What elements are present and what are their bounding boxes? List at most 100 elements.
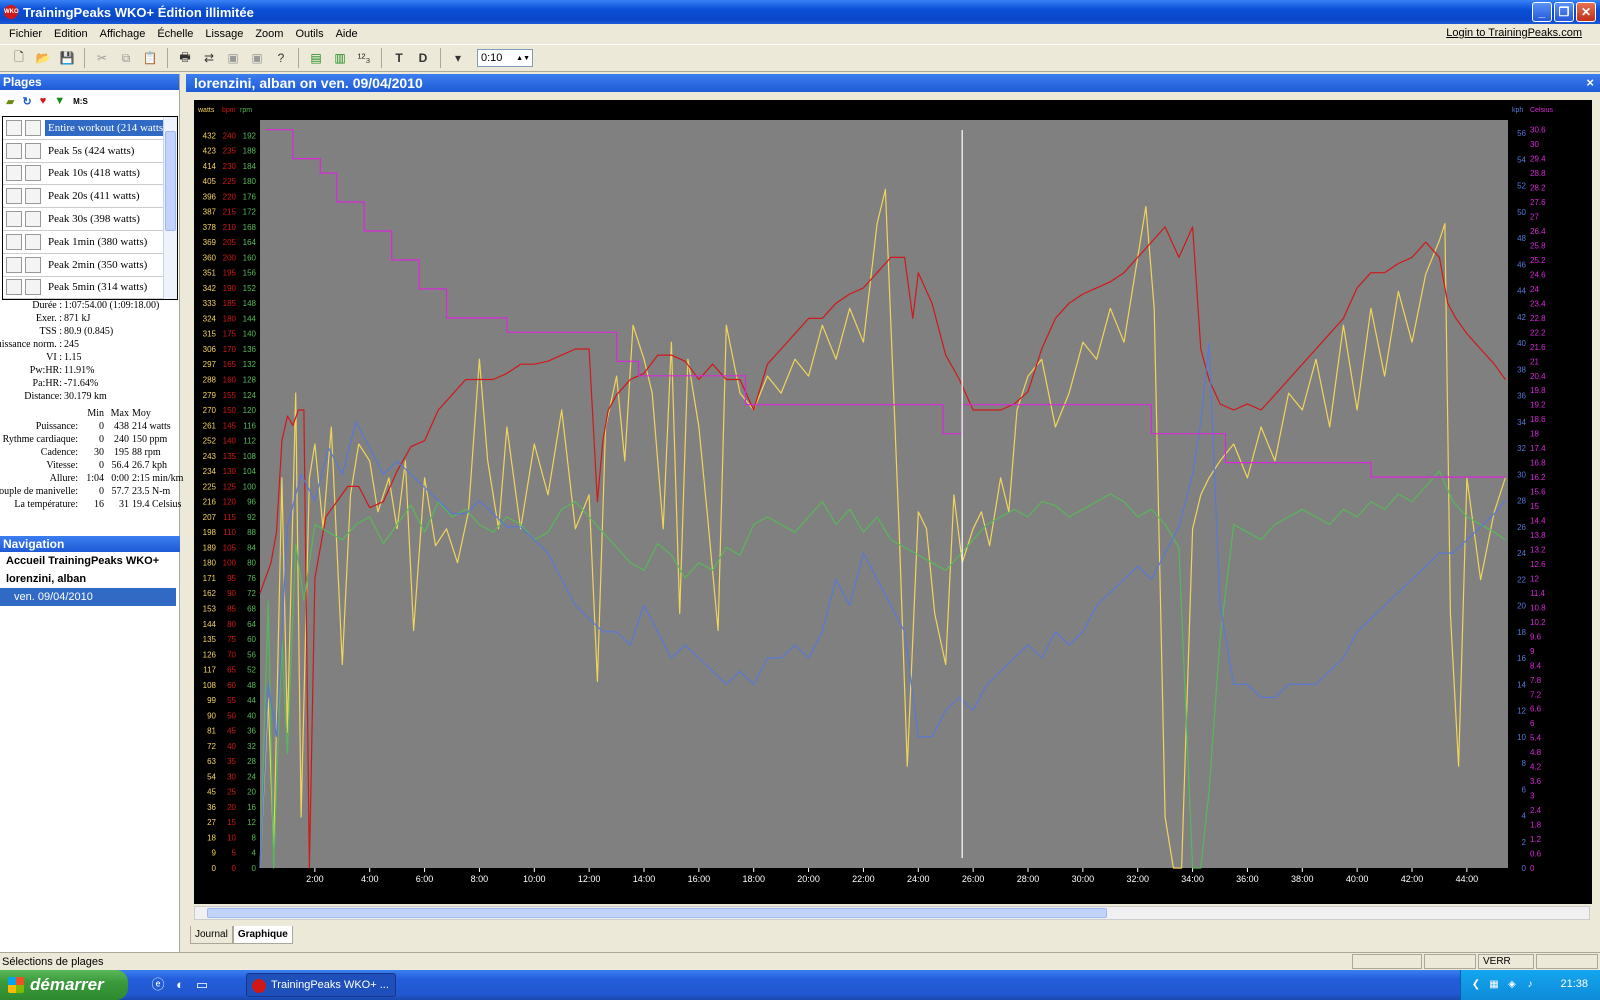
checkbox[interactable]	[25, 256, 41, 273]
help-icon[interactable]: ?	[270, 47, 292, 69]
list-item[interactable]: Peak 20s (411 watts)	[3, 185, 177, 209]
menu-affichage[interactable]: Affichage	[94, 28, 152, 40]
checkbox[interactable]	[6, 119, 22, 136]
y-tick-label-rpm: 124	[243, 391, 257, 400]
login-link[interactable]: Login to TrainingPeaks.com	[1446, 27, 1582, 39]
checkbox[interactable]	[25, 142, 41, 159]
security-icon[interactable]: ◈	[1505, 978, 1519, 992]
distance-axis-icon[interactable]: D	[412, 47, 434, 69]
stat-value: -71.64%	[64, 378, 99, 389]
spinner-icon[interactable]: ▲▼	[516, 55, 532, 62]
start-button[interactable]: démarrer	[0, 970, 128, 1000]
scroll-thumb[interactable]	[165, 131, 176, 231]
lap-numbers-icon[interactable]: ¹²₃	[353, 47, 375, 69]
cut-icon[interactable]: ✂	[91, 47, 113, 69]
list-item[interactable]: Peak 10s (418 watts)	[3, 163, 177, 186]
ms-toggle[interactable]: M:S	[73, 97, 88, 106]
scroll-thumb[interactable]	[207, 908, 1107, 918]
y-tick-label-kph: 40	[1517, 339, 1526, 348]
dropdown-arrow-icon[interactable]: ▾	[447, 47, 469, 69]
taskbar-app-button[interactable]: TrainingPeaks WKO+ ...	[246, 973, 396, 997]
folder-icon[interactable]: ▰	[6, 95, 14, 108]
refresh-icon[interactable]: ↻	[22, 95, 31, 108]
chart-scrollbar[interactable]	[194, 906, 1590, 920]
y-tick-label-watts: 135	[203, 635, 217, 644]
network-icon[interactable]: ▦	[1487, 978, 1501, 992]
list-item[interactable]: Peak 5s (424 watts)	[3, 140, 177, 163]
x-tick-label: 22:00	[852, 874, 875, 884]
checkbox[interactable]	[6, 188, 22, 205]
checkbox[interactable]	[6, 256, 22, 273]
quicklaunch-ie-icon[interactable]: ⓔ	[150, 977, 166, 993]
tray-expand-icon[interactable]: ❮	[1469, 978, 1483, 992]
smoothing-time-input[interactable]: 0:10 ▲▼	[477, 49, 533, 67]
tab-journal[interactable]: Journal	[190, 926, 233, 944]
menu-fichier[interactable]: Fichier	[3, 28, 48, 40]
time-axis-icon[interactable]: T	[388, 47, 410, 69]
tab-graphique[interactable]: Graphique	[232, 926, 293, 944]
column-header: Max	[110, 408, 129, 419]
checkbox[interactable]	[6, 279, 22, 296]
minimize-button[interactable]: _	[1532, 2, 1552, 22]
y-tick-label-watts: 180	[203, 559, 217, 568]
checkbox[interactable]	[25, 165, 41, 182]
y-tick-label-rpm: 0	[252, 864, 257, 873]
menu-lissage[interactable]: Lissage	[199, 28, 249, 40]
nav-date[interactable]: ven. 09/04/2010	[0, 588, 176, 606]
avg-cell: 150 ppm	[132, 434, 168, 445]
volume-icon[interactable]: ♪	[1523, 978, 1537, 992]
stat-label: Pw:HR:	[29, 365, 62, 376]
new-file-icon[interactable]: 🗋	[8, 47, 30, 69]
close-window-button[interactable]: ✕	[1576, 2, 1596, 22]
list-item[interactable]: Peak 1min (380 watts)	[3, 231, 177, 254]
checkbox[interactable]	[6, 211, 22, 228]
nav-athlete[interactable]: lorenzini, alban	[0, 570, 180, 588]
y-tick-label-rpm: 160	[243, 253, 257, 262]
y-tick-label-rpm: 156	[243, 269, 257, 278]
checkbox[interactable]	[6, 165, 22, 182]
y-tick-label-celsius: 25.8	[1530, 241, 1546, 250]
save-icon[interactable]: 💾	[56, 47, 78, 69]
open-folder-icon[interactable]: 📂	[32, 47, 54, 69]
restore-button[interactable]: ❐	[1554, 2, 1574, 22]
panel-icon[interactable]: ▣	[222, 47, 244, 69]
ranges-scrollbar[interactable]	[163, 117, 177, 299]
menu-zoom[interactable]: Zoom	[249, 28, 289, 40]
quicklaunch-folder-icon[interactable]: ▭	[194, 977, 210, 993]
y-tick-label-bpm: 30	[227, 772, 236, 781]
menu-edition[interactable]: Edition	[48, 28, 94, 40]
checkbox[interactable]	[25, 233, 41, 250]
menu-outils[interactable]: Outils	[289, 28, 329, 40]
nav-home[interactable]: Accueil TrainingPeaks WKO+	[0, 552, 180, 570]
menu-echelle[interactable]: Échelle	[151, 28, 199, 40]
list-item[interactable]: Entire workout (214 watts)	[3, 117, 177, 140]
workout-chart[interactable]: watts09182736455463728190991081171261351…	[194, 100, 1592, 904]
checkbox[interactable]	[25, 119, 41, 136]
list-item[interactable]: Peak 5min (314 watts)	[3, 277, 177, 299]
panel2-icon[interactable]: ▣	[246, 47, 268, 69]
graph-fill-icon[interactable]: ▥	[329, 47, 351, 69]
copy-icon[interactable]: ⧉	[115, 47, 137, 69]
menu-aide[interactable]: Aide	[330, 28, 364, 40]
checkbox[interactable]	[25, 279, 41, 296]
paste-icon[interactable]: 📋	[139, 47, 161, 69]
quicklaunch-browser-icon[interactable]: ◐	[172, 977, 188, 993]
y-tick-label-rpm: 68	[247, 604, 256, 613]
heart-icon[interactable]: ♥	[40, 95, 47, 107]
y-tick-label-celsius: 27.6	[1530, 198, 1546, 207]
ranges-list[interactable]: Entire workout (214 watts) Peak 5s (424 …	[2, 116, 178, 300]
y-tick-label-rpm: 84	[247, 543, 256, 552]
export-icon[interactable]: ⇄	[198, 47, 220, 69]
y-tick-label-celsius: 22.2	[1530, 328, 1546, 337]
list-item[interactable]: Peak 30s (398 watts)	[3, 208, 177, 231]
checkbox[interactable]	[25, 211, 41, 228]
print-icon[interactable]: 🖶	[174, 47, 196, 69]
checkbox[interactable]	[6, 233, 22, 250]
graph-icon[interactable]: ▤	[305, 47, 327, 69]
arrow-down-icon[interactable]: ▼	[54, 95, 65, 107]
list-item[interactable]: Peak 2min (350 watts)	[3, 254, 177, 277]
close-workout-button[interactable]: ×	[1586, 74, 1594, 92]
checkbox[interactable]	[6, 142, 22, 159]
checkbox[interactable]	[25, 188, 41, 205]
y-tick-label-rpm: 128	[243, 376, 257, 385]
